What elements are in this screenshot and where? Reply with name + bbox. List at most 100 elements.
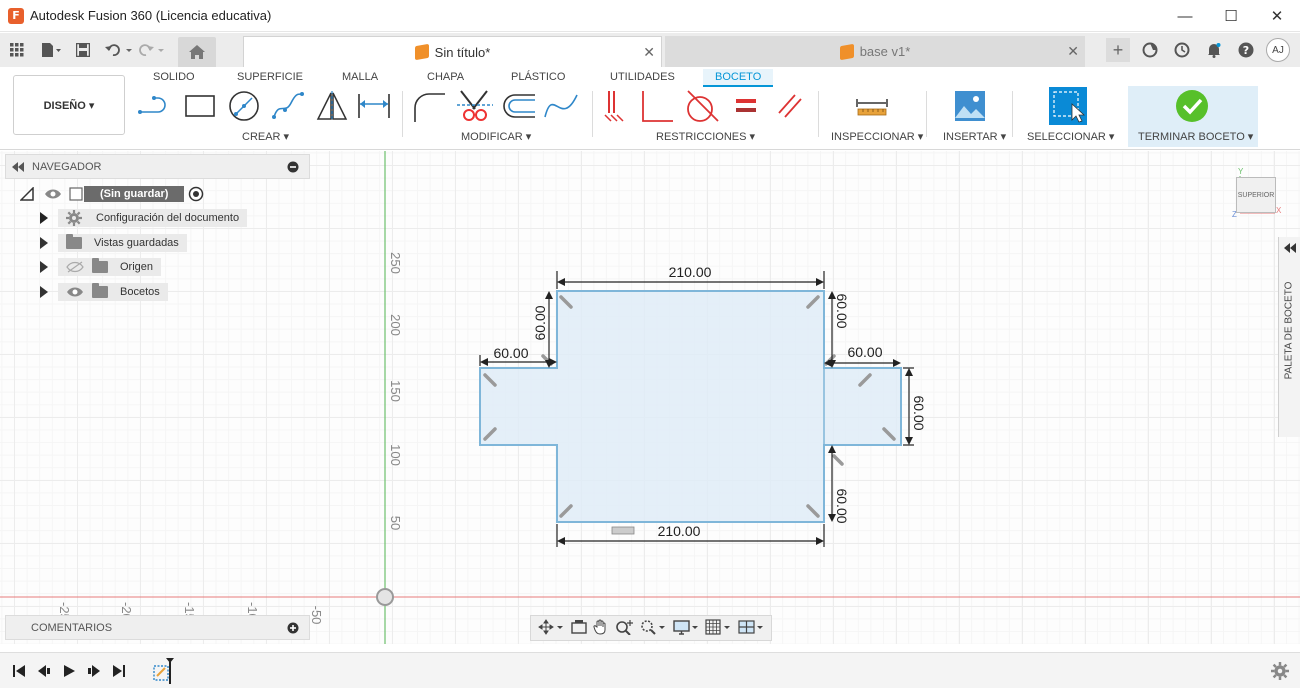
tab-base-v1[interactable]: base v1* ✕ — [665, 36, 1085, 67]
apps-grid-icon[interactable] — [4, 37, 30, 63]
browser-item-bocetos[interactable]: Bocetos — [40, 282, 168, 302]
comments-panel[interactable]: COMENTARIOS — [5, 615, 310, 640]
group-restricciones-label[interactable]: RESTRICCIONES ▾ — [656, 130, 755, 143]
play-icon[interactable] — [56, 658, 81, 683]
viewports-icon[interactable] — [738, 619, 764, 638]
job-status-icon[interactable] — [1170, 38, 1194, 62]
dimension-left-tab-width[interactable]: 60.00 — [493, 345, 528, 361]
grid-settings-icon[interactable] — [705, 618, 731, 638]
close-window-button[interactable]: ✕ — [1254, 0, 1300, 32]
select-tool-icon[interactable] — [1048, 87, 1088, 125]
visibility-eye-icon[interactable] — [44, 188, 62, 200]
viewcube[interactable]: SUPERIOR — [1236, 177, 1276, 213]
dimension-right-top-offset[interactable]: 60.00 — [834, 293, 850, 328]
circle-tool-icon[interactable] — [226, 89, 262, 123]
equal-constraint-icon[interactable] — [728, 89, 764, 123]
tab-utilidades[interactable]: UTILIDADES — [610, 69, 675, 87]
tab-sin-titulo[interactable]: Sin título* ✕ — [243, 36, 662, 67]
mirror-tool-icon[interactable] — [314, 89, 350, 123]
save-icon[interactable] — [70, 37, 96, 63]
visibility-eye-icon[interactable] — [66, 286, 84, 298]
expand-arrow-icon[interactable] — [40, 286, 48, 298]
go-to-start-icon[interactable] — [6, 658, 31, 683]
dimension-right-tab-width[interactable]: 60.00 — [847, 344, 882, 360]
display-settings-icon[interactable] — [673, 619, 699, 638]
new-tab-button[interactable]: + — [1106, 38, 1130, 62]
extensions-icon[interactable] — [1138, 38, 1162, 62]
browser-root-row[interactable]: (Sin guardar) — [20, 184, 204, 204]
dimension-tool-icon[interactable] — [356, 89, 392, 123]
collapse-panel-icon[interactable] — [12, 161, 24, 172]
redo-icon[interactable] — [136, 37, 170, 63]
dimension-bottom-width[interactable]: 210.00 — [658, 523, 701, 539]
line-tool-icon[interactable] — [138, 89, 174, 123]
pan-hand-icon[interactable] — [593, 619, 609, 638]
browser-root-label[interactable]: (Sin guardar) — [84, 186, 185, 202]
close-tab-icon[interactable]: ✕ — [643, 44, 655, 61]
offset-tool-icon[interactable] — [498, 89, 538, 123]
orbit-icon[interactable] — [538, 618, 564, 638]
expand-arrow-icon[interactable] — [40, 212, 48, 224]
viewcube-face-label[interactable]: SUPERIOR — [1238, 192, 1275, 199]
dimension-right-tab-height[interactable]: 60.00 — [911, 395, 927, 430]
origin-point-icon[interactable] — [376, 588, 394, 606]
group-modificar-label[interactable]: MODIFICAR ▾ — [461, 130, 531, 143]
sketch-palette-collapsed[interactable]: PALETA DE BOCETO — [1278, 237, 1300, 437]
maximize-button[interactable]: ☐ — [1208, 0, 1254, 32]
browser-item-configuracion[interactable]: Configuración del documento — [40, 208, 248, 228]
rectangle-tool-icon[interactable] — [182, 89, 218, 123]
measure-tool-icon[interactable] — [850, 89, 894, 123]
minimize-panel-icon[interactable] — [287, 161, 299, 173]
curve-edit-icon[interactable] — [542, 89, 580, 123]
zoom-icon[interactable] — [615, 619, 634, 638]
look-at-icon[interactable] — [571, 619, 587, 638]
go-to-end-icon[interactable] — [106, 658, 131, 683]
dimension-right-bottom-offset[interactable]: 60.00 — [834, 488, 850, 523]
notifications-bell-icon[interactable] — [1202, 38, 1226, 62]
step-forward-icon[interactable] — [81, 658, 106, 683]
group-terminar-label[interactable]: TERMINAR BOCETO ▾ — [1138, 130, 1253, 143]
add-comment-icon[interactable] — [287, 622, 299, 634]
tab-chapa[interactable]: CHAPA — [427, 69, 464, 87]
group-inspeccionar-label[interactable]: INSPECCIONAR ▾ — [831, 130, 923, 143]
tab-malla[interactable]: MALLA — [342, 69, 378, 87]
parallel-constraint-icon[interactable] — [772, 89, 808, 123]
fix-constraint-icon[interactable] — [602, 89, 630, 123]
home-button[interactable] — [178, 37, 216, 67]
user-avatar[interactable]: AJ — [1266, 38, 1290, 62]
browser-item-vistas[interactable]: Vistas guardadas — [40, 233, 187, 253]
navigator-header[interactable]: NAVEGADOR — [5, 154, 310, 179]
trim-scissors-icon[interactable] — [456, 89, 494, 123]
group-insertar-label[interactable]: INSERTAR ▾ — [943, 130, 1006, 143]
collapse-arrow-icon[interactable] — [20, 187, 34, 201]
file-menu-icon[interactable] — [38, 37, 64, 63]
fit-zoom-window-icon[interactable] — [640, 619, 666, 638]
minimize-button[interactable]: — — [1162, 0, 1208, 32]
browser-item-origen[interactable]: Origen — [40, 257, 162, 277]
timeline-sketch-feature-icon[interactable] — [149, 657, 179, 684]
step-back-icon[interactable] — [31, 658, 56, 683]
insert-image-icon[interactable] — [952, 89, 988, 123]
group-seleccionar-label[interactable]: SELECCIONAR ▾ — [1027, 130, 1114, 143]
group-crear-label[interactable]: CREAR ▾ — [242, 130, 289, 143]
spline-tool-icon[interactable] — [270, 89, 306, 123]
tab-superficie[interactable]: SUPERFICIE — [237, 69, 303, 87]
tangent-constraint-icon[interactable] — [682, 89, 720, 123]
tab-solido[interactable]: SOLIDO — [153, 69, 195, 87]
timeline-settings-gear-icon[interactable] — [1267, 658, 1292, 683]
close-tab-icon[interactable]: ✕ — [1067, 43, 1079, 60]
activate-radio-icon[interactable] — [188, 186, 204, 202]
fillet-tool-icon[interactable] — [410, 89, 450, 123]
tab-boceto[interactable]: BOCETO — [703, 69, 774, 87]
workspace-switcher-button[interactable]: DISEÑO ▾ — [13, 75, 125, 135]
dimension-left-offset[interactable]: 60.00 — [532, 305, 548, 340]
finish-sketch-check-icon[interactable] — [1172, 89, 1212, 123]
expand-arrow-icon[interactable] — [40, 261, 48, 273]
perpendicular-constraint-icon[interactable] — [638, 89, 676, 123]
dimension-top-width[interactable]: 210.00 — [669, 264, 712, 280]
help-icon[interactable]: ? — [1234, 38, 1258, 62]
undo-icon[interactable] — [102, 37, 136, 63]
expand-arrow-icon[interactable] — [40, 237, 48, 249]
tab-plastico[interactable]: PLÁSTICO — [511, 69, 565, 87]
visibility-hidden-eye-icon[interactable] — [66, 261, 84, 273]
